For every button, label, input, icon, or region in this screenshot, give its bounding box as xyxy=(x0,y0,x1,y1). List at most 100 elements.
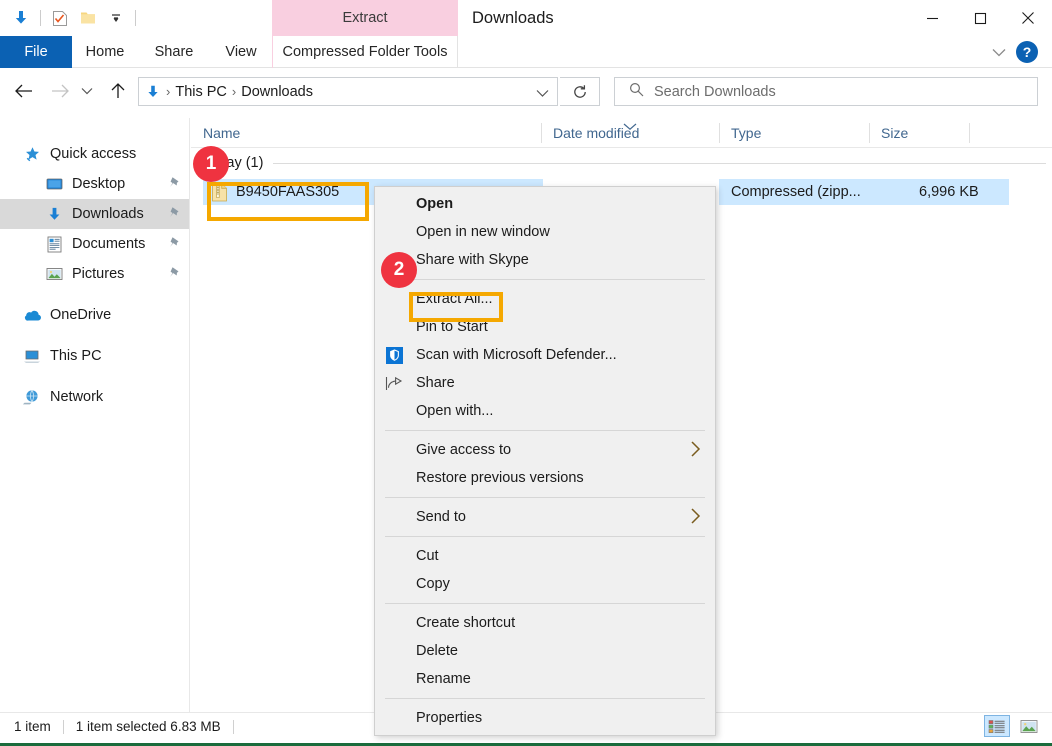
sidebar-item-downloads[interactable]: Downloads xyxy=(0,199,189,229)
menu-item-pin-to-start[interactable]: Pin to Start xyxy=(375,313,715,341)
window-title: Downloads xyxy=(472,8,554,27)
status-separator-1 xyxy=(62,719,64,734)
new-folder-icon[interactable] xyxy=(75,5,101,31)
menu-separator-4 xyxy=(385,536,705,537)
annotation-badge-2: 2 xyxy=(381,252,417,288)
chevron-down-icon[interactable] xyxy=(982,36,1016,68)
menu-item-rename[interactable]: Rename xyxy=(375,665,715,693)
context-menu: Open Open in new window Share with Skype… xyxy=(374,186,716,736)
chevron-right-icon xyxy=(690,440,701,462)
group-header-today[interactable]: Today (1) xyxy=(191,148,1052,178)
sidebar-item-this-pc[interactable]: This PC xyxy=(0,341,189,371)
sidebar-item-label: OneDrive xyxy=(50,307,112,323)
properties-icon[interactable] xyxy=(47,5,73,31)
sidebar-item-onedrive[interactable]: OneDrive xyxy=(0,300,189,330)
forward-arrow-icon[interactable] xyxy=(44,75,76,107)
file-explorer-window: Extract Downloads File Home Share View C… xyxy=(0,0,1052,746)
search-input[interactable]: Search Downloads xyxy=(654,84,776,100)
sidebar-item-label: This PC xyxy=(50,348,102,364)
navigation-pane: Quick access Desktop Downloads Documents… xyxy=(0,118,190,715)
network-icon xyxy=(22,387,42,407)
pictures-icon xyxy=(44,264,64,284)
tab-file[interactable]: File xyxy=(0,36,72,68)
sidebar-item-documents[interactable]: Documents xyxy=(0,229,189,259)
status-separator-2 xyxy=(232,719,234,734)
menu-item-delete[interactable]: Delete xyxy=(375,637,715,665)
column-header-type[interactable]: Type xyxy=(719,118,869,148)
large-icons-view-button[interactable] xyxy=(1016,715,1042,737)
sidebar-item-desktop[interactable]: Desktop xyxy=(0,169,189,199)
status-selection-info: 1 item selected 6.83 MB xyxy=(75,719,221,734)
file-item-type-size-cells[interactable]: Compressed (zipp... 6,996 KB xyxy=(719,179,1009,205)
menu-item-create-shortcut[interactable]: Create shortcut xyxy=(375,609,715,637)
menu-item-label: Give access to xyxy=(416,442,512,458)
pin-icon[interactable] xyxy=(168,176,181,194)
menu-item-send-to[interactable]: Send to xyxy=(375,503,715,531)
menu-separator-5 xyxy=(385,603,705,604)
recent-locations-chevron-icon[interactable] xyxy=(76,75,98,107)
window-controls xyxy=(908,0,1052,36)
breadcrumb-this-pc[interactable]: This PC xyxy=(175,84,227,100)
menu-item-open-in-new-window[interactable]: Open in new window xyxy=(375,218,715,246)
sidebar-item-label: Desktop xyxy=(72,176,126,192)
search-icon xyxy=(629,82,644,102)
minimize-icon[interactable] xyxy=(908,0,956,36)
address-breadcrumb-bar[interactable]: › This PC › Downloads xyxy=(138,77,558,106)
breadcrumb-separator-1[interactable]: › xyxy=(232,84,236,99)
refresh-icon[interactable] xyxy=(560,77,600,106)
column-header-size[interactable]: Size xyxy=(869,118,969,148)
annotation-badge-1: 1 xyxy=(193,146,229,182)
pin-icon[interactable] xyxy=(168,206,181,224)
address-dropdown-chevron-icon[interactable] xyxy=(536,85,549,103)
menu-separator-2 xyxy=(385,430,705,431)
quick-access-toolbar xyxy=(8,4,140,32)
sidebar-item-label: Quick access xyxy=(50,146,137,162)
customize-dropdown-icon[interactable] xyxy=(103,5,129,31)
help-button[interactable]: ? xyxy=(1016,41,1038,63)
menu-item-share-with-skype[interactable]: Share with Skype xyxy=(375,246,715,274)
details-view-button[interactable] xyxy=(984,715,1010,737)
pin-icon[interactable] xyxy=(168,236,181,254)
tab-share[interactable]: Share xyxy=(138,36,210,68)
menu-item-label: Send to xyxy=(416,509,466,525)
menu-item-copy[interactable]: Copy xyxy=(375,570,715,598)
menu-item-properties[interactable]: Properties xyxy=(375,704,715,732)
search-box[interactable]: Search Downloads xyxy=(614,77,1038,106)
close-icon[interactable] xyxy=(1004,0,1052,36)
up-arrow-icon[interactable] xyxy=(102,75,134,107)
sidebar-gap-1 xyxy=(0,289,189,300)
toolbar-separator-2 xyxy=(135,10,136,26)
pin-icon[interactable] xyxy=(168,266,181,284)
column-divider-4[interactable] xyxy=(969,123,970,143)
group-header-rule xyxy=(273,162,1046,164)
sidebar-item-quick-access[interactable]: Quick access xyxy=(0,139,189,169)
menu-item-extract-all[interactable]: Extract All... xyxy=(375,285,715,313)
tab-compressed-folder-tools[interactable]: Compressed Folder Tools xyxy=(272,36,458,68)
menu-item-scan-with-defender[interactable]: Scan with Microsoft Defender... xyxy=(375,341,715,369)
menu-item-share[interactable]: Share xyxy=(375,369,715,397)
column-header-name[interactable]: Name xyxy=(191,118,541,148)
tab-view[interactable]: View xyxy=(210,36,272,68)
downloads-icon xyxy=(44,204,64,224)
sidebar-item-pictures[interactable]: Pictures xyxy=(0,259,189,289)
tab-home[interactable]: Home xyxy=(72,36,138,68)
onedrive-icon xyxy=(22,305,42,325)
sidebar-item-label: Downloads xyxy=(72,206,144,222)
contextual-tab-group-extract[interactable]: Extract xyxy=(272,0,458,36)
zip-file-icon xyxy=(211,183,228,202)
menu-item-give-access-to[interactable]: Give access to xyxy=(375,436,715,464)
menu-item-cut[interactable]: Cut xyxy=(375,542,715,570)
back-arrow-icon[interactable] xyxy=(8,75,40,107)
downloads-icon[interactable] xyxy=(8,5,34,31)
menu-item-label: Scan with Microsoft Defender... xyxy=(416,347,617,363)
sidebar-item-network[interactable]: Network xyxy=(0,382,189,412)
menu-separator-1 xyxy=(385,279,705,280)
breadcrumb-downloads[interactable]: Downloads xyxy=(241,84,313,100)
menu-separator-6 xyxy=(385,698,705,699)
menu-item-open-with[interactable]: Open with... xyxy=(375,397,715,425)
maximize-icon[interactable] xyxy=(956,0,1004,36)
menu-item-restore-previous-versions[interactable]: Restore previous versions xyxy=(375,464,715,492)
menu-item-open[interactable]: Open xyxy=(375,190,715,218)
this-pc-icon xyxy=(22,346,42,366)
sort-chevron-icon xyxy=(623,118,637,136)
